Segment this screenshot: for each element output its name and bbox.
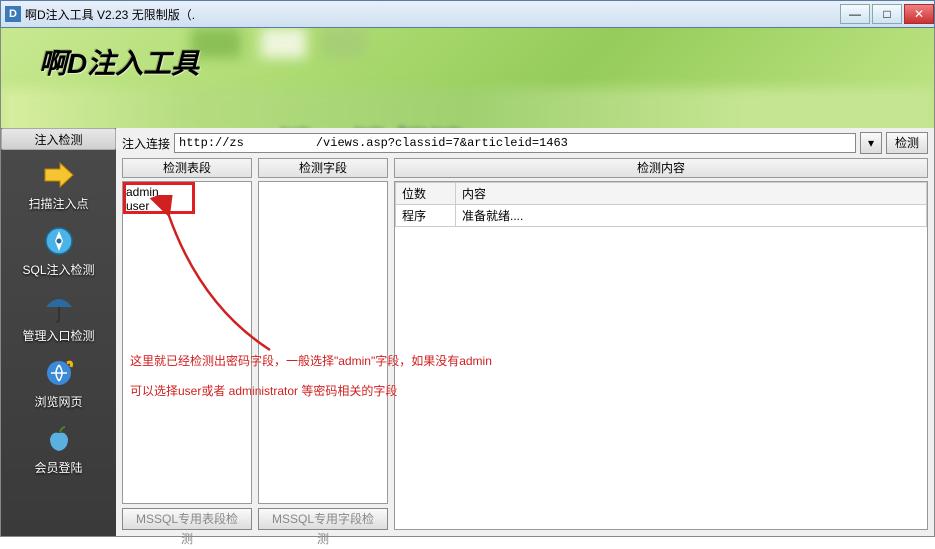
maximize-button[interactable]: □ — [872, 4, 902, 24]
cell-count: 程序 — [396, 205, 456, 227]
content-panel: 位数 内容 程序 准备就绪.... — [394, 181, 928, 530]
mssql-field-button[interactable]: MSSQL专用字段检测 — [258, 508, 388, 530]
col-count[interactable]: 位数 — [396, 183, 456, 205]
sidebar-item-label: 扫描注入点 — [1, 195, 116, 212]
window-title: 啊D注入工具 V2.23 无限制版（. — [25, 6, 838, 23]
arrow-right-icon — [42, 158, 76, 192]
compass-icon — [42, 224, 76, 258]
sidebar-item-admin[interactable]: 管理入口检测 — [1, 282, 116, 348]
sidebar-item-label: 会员登陆 — [1, 459, 116, 476]
table-row[interactable]: user — [126, 199, 248, 213]
sidebar: 注入检测 扫描注入点 SQL注入检测 管理入口检测 浏览网页 — [1, 128, 116, 536]
content-header: 检测内容 — [394, 158, 928, 178]
tables-list[interactable]: admin user — [122, 181, 252, 504]
url-label: 注入连接 — [122, 135, 170, 152]
sidebar-item-label: 浏览网页 — [1, 393, 116, 410]
detect-button[interactable]: 检测 — [886, 132, 928, 154]
ie-icon — [42, 356, 76, 390]
close-button[interactable]: ✕ — [904, 4, 934, 24]
sidebar-item-scan[interactable]: 扫描注入点 — [1, 150, 116, 216]
table-row[interactable]: admin — [126, 185, 248, 199]
app-icon: D — [5, 6, 21, 22]
sidebar-item-sql[interactable]: SQL注入检测 — [1, 216, 116, 282]
sidebar-item-browse[interactable]: 浏览网页 — [1, 348, 116, 414]
table-row[interactable]: 程序 准备就绪.... — [396, 205, 927, 227]
main-panel: 注入连接 ▾ 检测 检测表段 admin user MSSQL专用表段检测 检测… — [116, 128, 934, 536]
apple-icon — [42, 422, 76, 456]
url-input[interactable] — [174, 133, 856, 153]
umbrella-icon — [42, 290, 76, 324]
sidebar-header: 注入检测 — [1, 128, 116, 150]
fields-list[interactable] — [258, 181, 388, 504]
sidebar-item-label: SQL注入检测 — [1, 261, 116, 278]
sidebar-item-login[interactable]: 会员登陆 — [1, 414, 116, 480]
tables-header: 检测表段 — [122, 158, 252, 178]
app-banner: …… tools …… tools Data tools 啊D注入工具 — [0, 28, 935, 128]
content-table: 位数 内容 程序 准备就绪.... — [395, 182, 927, 227]
mssql-table-button[interactable]: MSSQL专用表段检测 — [122, 508, 252, 530]
col-content[interactable]: 内容 — [456, 183, 927, 205]
fields-header: 检测字段 — [258, 158, 388, 178]
minimize-button[interactable]: — — [840, 4, 870, 24]
sidebar-item-label: 管理入口检测 — [1, 327, 116, 344]
url-dropdown-button[interactable]: ▾ — [860, 132, 882, 154]
banner-title: 啊D注入工具 — [39, 42, 199, 82]
window-titlebar: D 啊D注入工具 V2.23 无限制版（. — □ ✕ — [0, 0, 935, 28]
cell-content: 准备就绪.... — [456, 205, 927, 227]
